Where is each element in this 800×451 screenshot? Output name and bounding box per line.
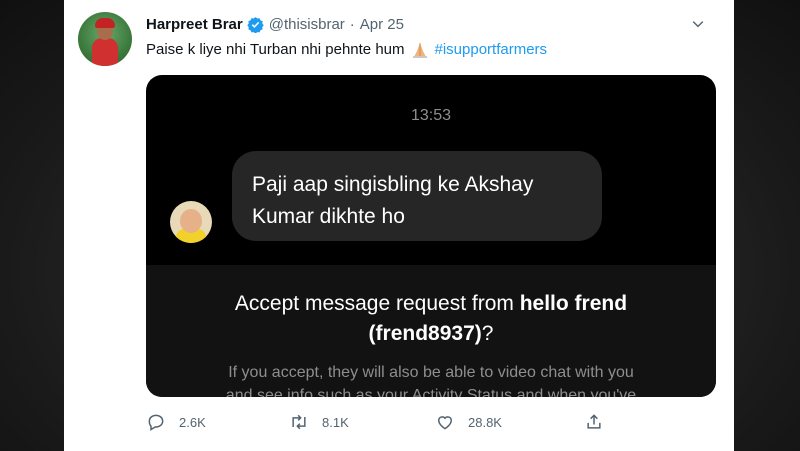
author-avatar[interactable] <box>78 12 132 66</box>
hashtag-link[interactable]: #isupportfarmers <box>435 41 548 58</box>
author-name[interactable]: Harpreet Brar <box>146 16 243 33</box>
sender-avatar <box>170 201 212 243</box>
message-line-2: Kumar dikhte ho <box>252 205 405 228</box>
more-options-chevron-icon[interactable] <box>688 14 708 34</box>
request-desc-line-1: If you accept, they will also be able to… <box>228 364 634 381</box>
retweet-count: 8.1K <box>322 414 349 430</box>
avatar-jersey <box>92 38 118 66</box>
tweet-media-image[interactable]: 13:53 Paji aap singisbling ke Akshay Kum… <box>146 75 716 397</box>
message-bubble: Paji aap singisbling ke Akshay Kumar dik… <box>232 151 602 241</box>
tweet-body: Paise k liye nhi Turban nhi pehnte hum <box>146 41 405 58</box>
tweet-text: Paise k liye nhi Turban nhi pehnte hum #… <box>146 41 547 58</box>
request-title: Accept message request from hello frend … <box>186 289 676 349</box>
folded-hands-emoji-icon <box>411 42 429 58</box>
verified-badge-icon <box>247 16 264 33</box>
reply-count: 2.6K <box>179 414 206 430</box>
request-name: hello frend <box>519 292 628 315</box>
message-request-panel: Accept message request from hello frend … <box>146 265 716 397</box>
author-handle[interactable]: @thisisbrar <box>269 16 345 33</box>
reply-button[interactable]: 2.6K <box>146 412 206 432</box>
share-button[interactable] <box>584 412 617 432</box>
reply-icon <box>148 414 164 431</box>
tweet-date[interactable]: Apr 25 <box>360 16 404 33</box>
message-line-1: Paji aap singisbling ke Akshay <box>252 173 534 196</box>
retweet-icon <box>292 414 306 430</box>
chat-timestamp: 13:53 <box>410 107 452 124</box>
like-button[interactable]: 28.8K <box>435 412 502 432</box>
share-icon <box>587 414 601 429</box>
heart-icon <box>437 416 453 430</box>
request-username: (frend8937) <box>368 322 482 345</box>
tweet-actions: 2.6K 8.1K 28.8K <box>146 410 686 434</box>
request-description: If you accept, they will also be able to… <box>176 361 686 397</box>
like-count: 28.8K <box>468 414 502 430</box>
sender-face <box>180 209 202 233</box>
separator-dot: · <box>349 15 355 33</box>
request-suffix: ? <box>481 322 494 345</box>
avatar-turban <box>95 18 115 28</box>
tweet-card: Harpreet Brar @thisisbrar · Apr 25 Paise… <box>64 0 734 451</box>
retweet-button[interactable]: 8.1K <box>289 412 349 432</box>
request-desc-line-2: and see info such as your Activity Statu… <box>225 387 637 397</box>
request-prefix: Accept message request from <box>234 292 520 315</box>
tweet-header: Harpreet Brar @thisisbrar · Apr 25 <box>146 14 404 34</box>
